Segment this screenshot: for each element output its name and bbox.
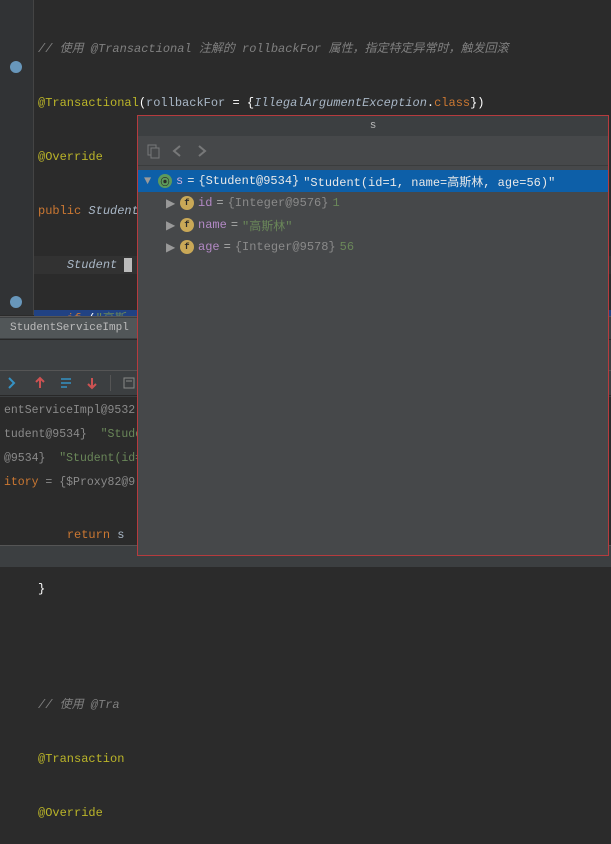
override-marker-icon[interactable] — [10, 61, 22, 73]
expand-arrow-icon[interactable]: ▶ — [166, 240, 176, 255]
expand-arrow-icon[interactable]: ▶ — [166, 218, 176, 233]
tree-field-row[interactable]: ▶ f name = "高斯林" — [138, 214, 608, 236]
step-down-icon[interactable] — [84, 375, 100, 391]
field-icon: f — [180, 196, 194, 210]
expand-arrow-icon[interactable]: ▶ — [166, 196, 176, 211]
annotation: @Transactional — [38, 96, 139, 110]
step-into-icon[interactable] — [6, 375, 22, 391]
field-icon: f — [180, 218, 194, 232]
object-icon: ⦿ — [158, 174, 172, 188]
field-icon: f — [180, 240, 194, 254]
calculator-icon[interactable] — [121, 375, 137, 391]
tree-root-row[interactable]: ▼ ⦿ s = {Student@9534} "Student(id=1, na… — [138, 170, 608, 192]
popup-title: s — [138, 116, 608, 136]
step-up-icon[interactable] — [32, 375, 48, 391]
popup-toolbar — [138, 136, 608, 166]
debug-inspect-popup[interactable]: s ▼ ⦿ s = {Student@9534} "Student(id=1, … — [137, 115, 609, 556]
tree-field-row[interactable]: ▶ f age = {Integer@9578} 56 — [138, 236, 608, 258]
caret — [124, 258, 132, 272]
tree-field-row[interactable]: ▶ f id = {Integer@9576} 1 — [138, 192, 608, 214]
forward-icon[interactable] — [194, 143, 210, 159]
editor-gutter — [0, 0, 34, 315]
override-marker-icon[interactable] — [10, 296, 22, 308]
comment-text: // 使用 @Transactional 注解的 rollbackFor 属性，… — [38, 42, 508, 56]
copy-icon[interactable] — [146, 143, 162, 159]
variables-tree[interactable]: ▼ ⦿ s = {Student@9534} "Student(id=1, na… — [138, 166, 608, 555]
back-icon[interactable] — [170, 143, 186, 159]
evaluate-icon[interactable] — [58, 375, 74, 391]
annotation-override: @Override — [38, 150, 103, 164]
expand-arrow-icon[interactable]: ▼ — [144, 174, 154, 188]
file-tab[interactable]: StudentServiceImpl — [0, 318, 140, 338]
